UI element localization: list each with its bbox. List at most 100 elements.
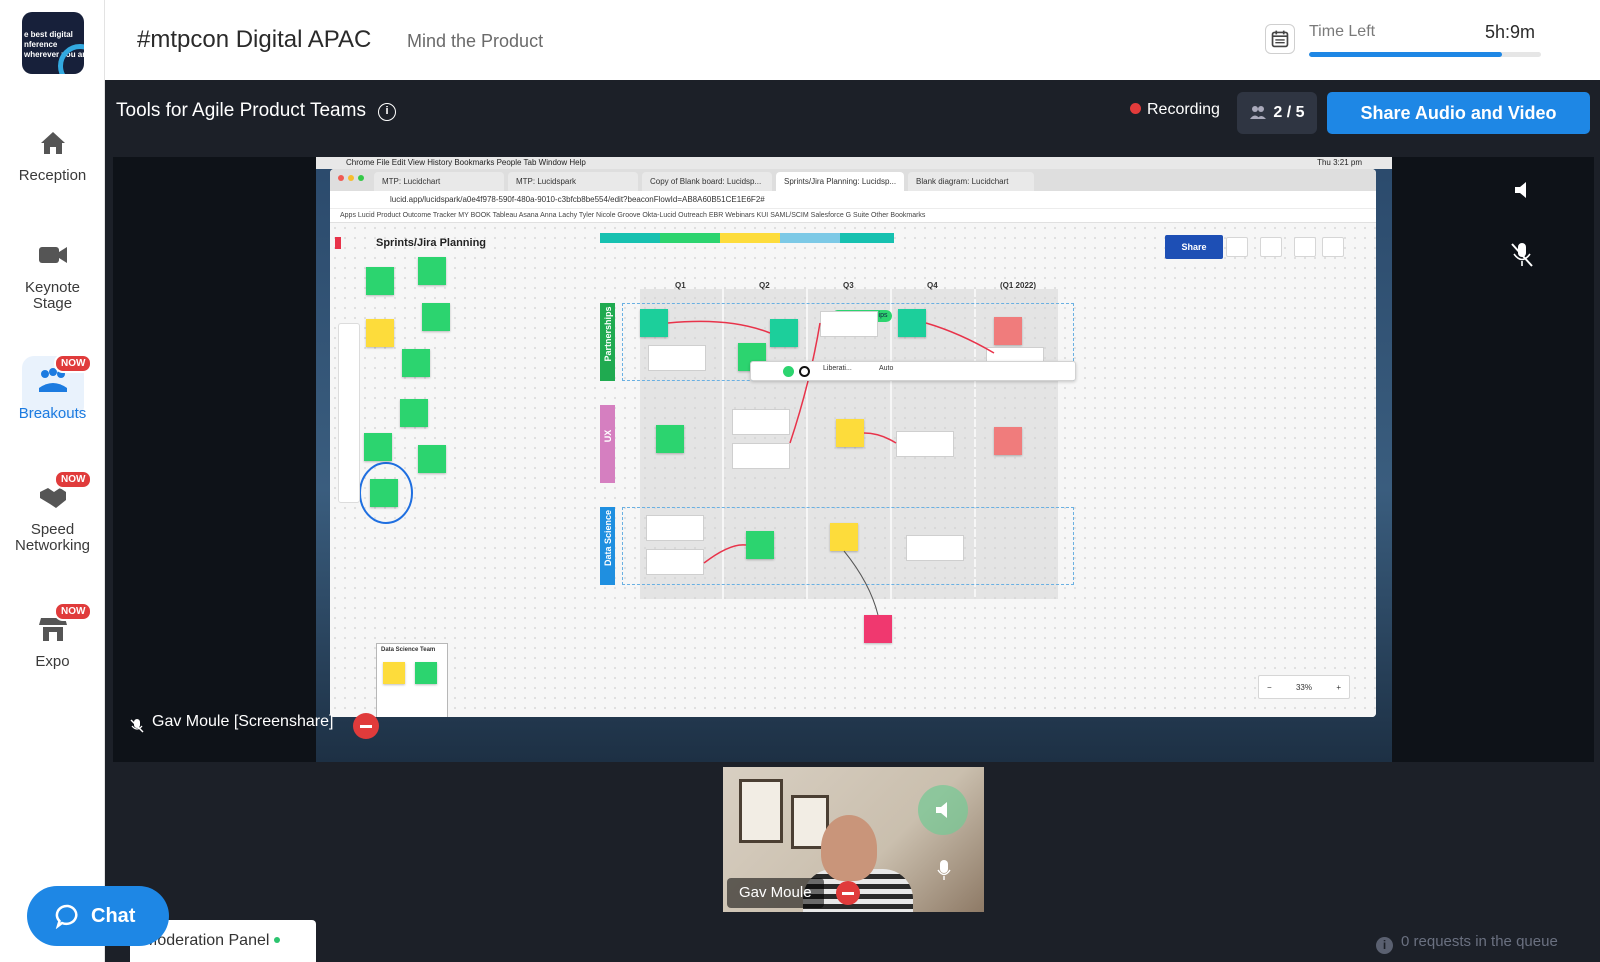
font-select[interactable]: Liberati...: [823, 365, 852, 372]
webcam-tile[interactable]: Gav Moule: [723, 767, 984, 912]
recording-indicator: Recording: [1130, 101, 1220, 119]
now-badge: NOW: [54, 354, 93, 373]
people-icon: [1250, 106, 1267, 119]
logo-line-1: e best digital: [24, 30, 73, 39]
sticky-note[interactable]: [418, 445, 446, 473]
speaker-icon[interactable]: [1511, 179, 1533, 201]
event-title: #mtpcon Digital APAC: [137, 26, 372, 53]
mic-muted-icon[interactable]: [1509, 241, 1535, 269]
sticky-note[interactable]: [402, 349, 430, 377]
sticky-note[interactable]: [383, 662, 405, 684]
chat-bubble-icon: [55, 904, 78, 929]
video-camera-icon: [38, 247, 67, 263]
browser-tab[interactable]: MTP: Lucidspark: [508, 172, 638, 191]
font-size-select[interactable]: Auto: [879, 365, 893, 372]
lucidspark-canvas[interactable]: Sprints/Jira Planning Share Q1 Q2 Q3 Q4 …: [330, 223, 1376, 717]
remove-screenshare-button[interactable]: [353, 713, 379, 739]
now-badge: NOW: [54, 470, 93, 489]
calendar-icon[interactable]: [1265, 24, 1295, 54]
browser-window: MTP: Lucidchart MTP: Lucidspark Copy of …: [330, 169, 1376, 717]
queue-status: i 0 requests in the queue: [1376, 933, 1558, 954]
sticky-note[interactable]: [400, 399, 428, 427]
now-badge: NOW: [54, 602, 93, 621]
sticky-note[interactable]: [366, 267, 394, 295]
sticky-note[interactable]: [366, 319, 394, 347]
sidebar-item-label: Expo: [35, 653, 70, 670]
event-logo[interactable]: e best digital nference wherever you are: [22, 12, 84, 74]
browser-tab[interactable]: Copy of Blank board: Lucidsp...: [642, 172, 772, 191]
mic-muted-icon: [130, 719, 144, 733]
sidebar-item-label: Reception: [18, 167, 87, 184]
sticky-note[interactable]: [415, 662, 437, 684]
zoom-out-icon[interactable]: −: [1267, 676, 1272, 700]
participant-count-value: 2 / 5: [1273, 104, 1305, 121]
zoom-control[interactable]: − 33% +: [1258, 675, 1350, 699]
participant-name: Gav Moule: [727, 878, 824, 908]
session-title: Tools for Agile Product Teams: [116, 100, 366, 121]
screenshare-caption: Gav Moule [Screenshare]: [152, 713, 334, 730]
online-dot-icon: [274, 937, 281, 943]
mac-menu-items: Chrome File Edit View History Bookmarks …: [346, 158, 586, 167]
bookmarks-bar: Apps Lucid Product Outcome Tracker MY BO…: [330, 209, 1376, 223]
sidebar: e best digital nference wherever you are…: [0, 0, 105, 962]
time-left-progress-fill: [1309, 52, 1502, 57]
shape-format-toolbar[interactable]: Liberati... Auto: [750, 361, 1076, 381]
browser-tab[interactable]: Blank diagram: Lucidchart: [908, 172, 1034, 191]
mac-clock: Thu 3:21 pm: [1317, 158, 1362, 167]
sidebar-item-expo[interactable]: NOW Expo: [0, 602, 105, 670]
time-left-label: Time Left: [1309, 23, 1376, 40]
zoom-in-icon[interactable]: +: [1336, 676, 1341, 700]
event-organizer: Mind the Product: [407, 31, 544, 51]
chat-button[interactable]: Chat: [27, 886, 169, 946]
remove-participant-button[interactable]: [836, 881, 860, 905]
data-science-team-label: Data Science Team: [381, 647, 436, 653]
sticky-note[interactable]: [370, 479, 398, 507]
mac-menu-bar: Chrome File Edit View History Bookmarks …: [316, 157, 1392, 169]
data-science-team-box[interactable]: Data Science Team: [376, 643, 448, 717]
browser-tab[interactable]: MTP: Lucidchart: [374, 172, 504, 191]
sidebar-item-label: Keynote Stage: [24, 279, 81, 312]
moderation-panel-label: Moderation Panel: [144, 932, 270, 949]
time-left-progress: [1309, 52, 1541, 57]
recording-label: Recording: [1147, 101, 1220, 118]
mic-icon[interactable]: [937, 859, 951, 881]
queue-text: 0 requests in the queue: [1401, 933, 1558, 950]
logo-arc: [58, 44, 84, 74]
browser-tab-active[interactable]: Sprints/Jira Planning: Lucidsp...: [776, 172, 904, 191]
top-header: #mtpcon Digital APAC Mind the Product Ti…: [105, 0, 1600, 80]
share-audio-video-button[interactable]: Share Audio and Video: [1327, 92, 1590, 134]
wall-art: [739, 779, 783, 843]
sticky-note[interactable]: [422, 303, 450, 331]
speaker-icon[interactable]: [918, 785, 968, 835]
border-color-icon[interactable]: [799, 366, 810, 377]
sidebar-item-label: Breakouts: [18, 405, 87, 422]
info-icon[interactable]: i: [378, 103, 396, 121]
chat-label: Chat: [91, 905, 136, 927]
sidebar-item-reception[interactable]: Reception: [0, 126, 105, 184]
main-video-area: Chrome File Edit View History Bookmarks …: [113, 157, 1594, 762]
speaker-glyph: [936, 802, 947, 818]
participant-count[interactable]: 2 / 5: [1237, 92, 1317, 134]
browser-tabs: MTP: Lucidchart MTP: Lucidspark Copy of …: [330, 169, 1376, 191]
zoom-level: 33%: [1295, 683, 1312, 692]
window-minimize-dot: [348, 175, 354, 181]
fill-color-icon[interactable]: [783, 366, 794, 377]
time-left-value: 5h:9m: [1485, 22, 1536, 42]
address-bar[interactable]: lucid.app/lucidspark/a0e4f978-590f-480a-…: [330, 191, 1376, 209]
lucid-side-toolbar[interactable]: [338, 323, 360, 503]
presenter-face: [821, 815, 877, 881]
sidebar-item-keynote-stage[interactable]: Keynote Stage: [0, 238, 105, 312]
window-maximize-dot: [358, 175, 364, 181]
logo-line-2: nference: [24, 40, 58, 49]
sidebar-item-breakouts[interactable]: NOW Breakouts: [0, 354, 105, 422]
sticky-note[interactable]: [418, 257, 446, 285]
sticky-note[interactable]: [364, 433, 392, 461]
recording-dot-icon: [1130, 103, 1141, 114]
sidebar-item-label: Speed Networking: [14, 521, 91, 554]
sidebar-item-speed-networking[interactable]: NOW Speed Networking: [0, 470, 105, 554]
home-icon: [40, 132, 65, 154]
connector-lines: [359, 320, 995, 616]
window-close-dot: [338, 175, 344, 181]
screenshare-feed: Chrome File Edit View History Bookmarks …: [316, 157, 1392, 762]
info-icon: i: [1376, 937, 1393, 954]
